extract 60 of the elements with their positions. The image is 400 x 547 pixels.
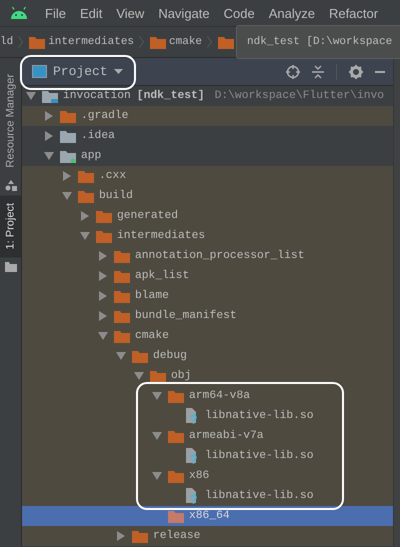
tree-row[interactable]: arm64-v8a — [22, 386, 393, 406]
tree-item-label: .gradle — [81, 110, 128, 122]
tree-row[interactable]: cmake — [22, 326, 393, 346]
tooltip: ndk_test [D:\workspace — [236, 25, 400, 59]
tree-item-label: release — [153, 530, 200, 542]
view-selector[interactable]: Project — [32, 64, 123, 79]
tree-item-label: generated — [117, 210, 178, 222]
tree-row[interactable]: blame — [22, 286, 393, 306]
menu-item[interactable]: Edit — [72, 6, 110, 20]
tree-row[interactable]: obj — [22, 366, 393, 386]
tree-item-label: obj — [171, 370, 192, 382]
tree-row[interactable]: armeabi-v7a — [22, 426, 393, 446]
tree-row[interactable]: libnative-lib.so — [22, 486, 393, 506]
menu-item[interactable]: Refactor — [322, 6, 386, 20]
tree-item-label: libnative-lib.so — [205, 490, 314, 502]
tree-row[interactable]: x86_64 — [22, 506, 393, 526]
tree-item-label: cmake — [135, 330, 169, 342]
tree-item-label: bundle_manifest — [135, 310, 237, 322]
tree-row[interactable]: build — [22, 186, 393, 206]
menu-item[interactable]: View — [109, 6, 152, 20]
tree-row[interactable]: bundle_manifest — [22, 306, 393, 326]
side-tab[interactable]: Resource Manager — [0, 66, 21, 176]
tree-row[interactable]: annotation_processor_list — [22, 246, 393, 266]
tree-item-label: libnative-lib.so — [205, 410, 314, 422]
tree-row[interactable]: .gradle — [22, 106, 393, 126]
tree-item-label: apk_list — [135, 270, 190, 282]
tree-item-label: invocation — [63, 90, 131, 102]
tree-item-label: arm64-v8a — [189, 390, 250, 402]
tree-row[interactable]: libnative-lib.so — [22, 406, 393, 426]
tree-row[interactable]: libnative-lib.so — [22, 446, 393, 466]
tree-row[interactable]: release — [22, 526, 393, 546]
menu-item[interactable]: Navigate — [151, 6, 217, 20]
tree-row[interactable]: debug — [22, 346, 393, 366]
breadcrumb-item[interactable]: intermediates — [48, 36, 134, 48]
side-tab[interactable]: 1: Project — [0, 194, 21, 258]
tree-row[interactable]: intermediates — [22, 226, 393, 246]
tree-row[interactable]: generated — [22, 206, 393, 226]
view-selector-label: Project — [53, 64, 108, 79]
menu-item[interactable]: Analyze — [262, 6, 322, 20]
breadcrumb-item[interactable]: ld — [0, 36, 14, 48]
tree-row[interactable]: .cxx — [22, 166, 393, 186]
tree-item-label: libnative-lib.so — [205, 450, 314, 462]
tree-item-label: intermediates — [117, 230, 206, 242]
tree-item-label: armeabi-v7a — [189, 430, 264, 442]
tree-item-label: debug — [153, 350, 187, 362]
tree-item-label: x86_64 — [189, 510, 230, 522]
tree-item-label: build — [99, 190, 133, 202]
module-name: [ndk_test] — [136, 90, 205, 102]
tree-item-label: .cxx — [99, 170, 126, 182]
menu-item[interactable]: Code — [216, 6, 262, 20]
tree-row[interactable]: x86 — [22, 466, 393, 486]
tree-item-label: app — [81, 150, 102, 162]
tree-item-label: annotation_processor_list — [135, 250, 304, 262]
tree-item-label: .idea — [81, 130, 115, 142]
module-path: D:\workspace\Flutter\invo — [214, 90, 384, 102]
tree-item-label: x86 — [189, 470, 210, 482]
menu-item[interactable]: File — [38, 6, 73, 20]
tree-row[interactable]: apk_list — [22, 266, 393, 286]
tree-item-label: blame — [135, 290, 169, 302]
breadcrumb-item[interactable]: cmake — [169, 36, 202, 48]
